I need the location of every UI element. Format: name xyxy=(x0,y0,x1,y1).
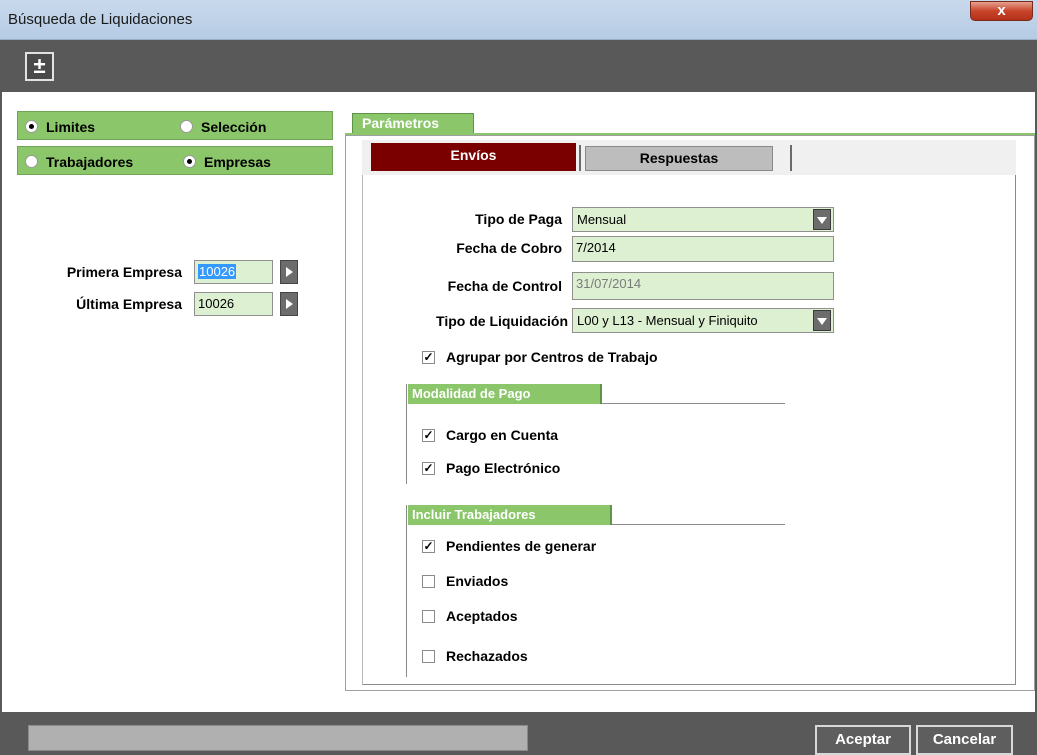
window-title: Búsqueda de Liquidaciones xyxy=(8,11,193,28)
first-company-label: Primera Empresa xyxy=(66,264,182,280)
checkbox-label: Pago Electrónico xyxy=(446,460,561,476)
fecha-cobro-input[interactable]: 7/2014 xyxy=(572,236,834,262)
checkbox-pago-electronico[interactable]: ✓ Pago Electrónico xyxy=(422,460,560,476)
radio-icon xyxy=(183,155,196,168)
cancel-button[interactable]: Cancelar xyxy=(916,725,1013,755)
last-company-lookup-button[interactable] xyxy=(280,292,298,316)
incluir-trabajadores-header: Incluir Trabajadores xyxy=(408,505,612,525)
last-company-label: Última Empresa xyxy=(76,296,182,312)
tipo-liquidacion-select[interactable]: L00 y L13 - Mensual y Finiquito xyxy=(572,308,834,333)
checkbox-pendientes[interactable]: ✓ Pendientes de generar xyxy=(422,538,596,554)
checkbox-rechazados[interactable]: Rechazados xyxy=(422,648,528,664)
fecha-control-input: 31/07/2014 xyxy=(572,272,834,300)
fecha-cobro-value: 7/2014 xyxy=(576,240,616,255)
radio-limites[interactable]: Limites xyxy=(25,118,96,135)
radio-seleccion[interactable]: Selección xyxy=(180,118,267,135)
checkbox-empty-icon xyxy=(422,609,435,623)
scope-radio-group: Trabajadores Empresas xyxy=(17,146,333,175)
chevron-down-icon[interactable] xyxy=(813,209,831,230)
fecha-control-label: Fecha de Control xyxy=(447,278,562,294)
plus-minus-icon: ± xyxy=(33,53,46,78)
last-company-input[interactable]: 10026 xyxy=(194,292,273,316)
accept-button[interactable]: Aceptar xyxy=(815,725,911,755)
radio-label: Selección xyxy=(201,118,267,135)
checkbox-label: Cargo en Cuenta xyxy=(446,427,559,443)
tipo-liquidacion-label: Tipo de Liquidación xyxy=(436,313,568,329)
tab-parametros[interactable]: Parámetros xyxy=(352,113,474,133)
checkbox-label: Rechazados xyxy=(446,648,528,664)
checkbox-label: Agrupar por Centros de Trabajo xyxy=(446,349,658,365)
checkbox-empty-icon xyxy=(422,574,435,588)
close-button[interactable]: x xyxy=(970,1,1033,21)
radio-label: Trabajadores xyxy=(46,153,134,170)
mode-radio-group: Limites Selección xyxy=(17,111,333,140)
status-field xyxy=(28,725,528,751)
first-company-input[interactable]: 10026 xyxy=(194,260,273,284)
checkbox-aceptados[interactable]: Aceptados xyxy=(422,608,518,624)
first-company-lookup-button[interactable] xyxy=(280,260,298,284)
checkbox-empty-icon xyxy=(422,649,435,663)
last-company-value: 10026 xyxy=(198,296,235,311)
checkbox-label: Pendientes de generar xyxy=(446,538,597,554)
tab-respuestas[interactable]: Respuestas xyxy=(585,146,773,171)
close-icon: x xyxy=(997,2,1006,19)
radio-trabajadores[interactable]: Trabajadores xyxy=(25,153,134,170)
check-icon: ✓ xyxy=(422,538,435,553)
checkbox-agrupar[interactable]: ✓ Agrupar por Centros de Trabajo xyxy=(422,349,658,365)
tipo-paga-select[interactable]: Mensual xyxy=(572,207,834,232)
title-bar: Búsqueda de Liquidaciones x xyxy=(0,0,1037,40)
tipo-paga-label: Tipo de Paga xyxy=(475,211,562,227)
first-company-value: 10026 xyxy=(198,264,237,279)
check-icon: ✓ xyxy=(422,349,435,364)
tipo-paga-value: Mensual xyxy=(577,212,627,227)
checkbox-label: Aceptados xyxy=(446,608,518,624)
group-border xyxy=(406,384,407,484)
expand-collapse-button[interactable]: ± xyxy=(25,52,54,81)
modalidad-pago-header: Modalidad de Pago xyxy=(408,384,602,404)
tipo-liquidacion-value: L00 y L13 - Mensual y Finiquito xyxy=(577,313,758,328)
tab-envios[interactable]: Envíos xyxy=(371,143,576,171)
check-icon: ✓ xyxy=(422,427,435,442)
group-border xyxy=(406,505,407,677)
chevron-down-icon[interactable] xyxy=(813,310,831,331)
checkbox-label: Enviados xyxy=(446,573,509,589)
group-divider xyxy=(612,524,785,525)
check-icon: ✓ xyxy=(422,460,435,475)
checkbox-enviados[interactable]: Enviados xyxy=(422,573,508,589)
status-bar: Aceptar Cancelar xyxy=(0,712,1037,755)
radio-label: Empresas xyxy=(204,153,271,170)
fecha-cobro-label: Fecha de Cobro xyxy=(456,240,562,256)
group-divider xyxy=(602,403,785,404)
fecha-control-value: 31/07/2014 xyxy=(576,276,642,291)
radio-icon xyxy=(25,120,38,133)
radio-icon xyxy=(180,120,193,133)
checkbox-cargo-cuenta[interactable]: ✓ Cargo en Cuenta xyxy=(422,427,558,443)
radio-empresas[interactable]: Empresas xyxy=(183,153,271,170)
radio-icon xyxy=(25,155,38,168)
toolbar: ± xyxy=(0,40,1037,92)
radio-label: Limites xyxy=(46,118,96,135)
tab-divider xyxy=(790,145,792,171)
tab-divider xyxy=(579,145,581,171)
